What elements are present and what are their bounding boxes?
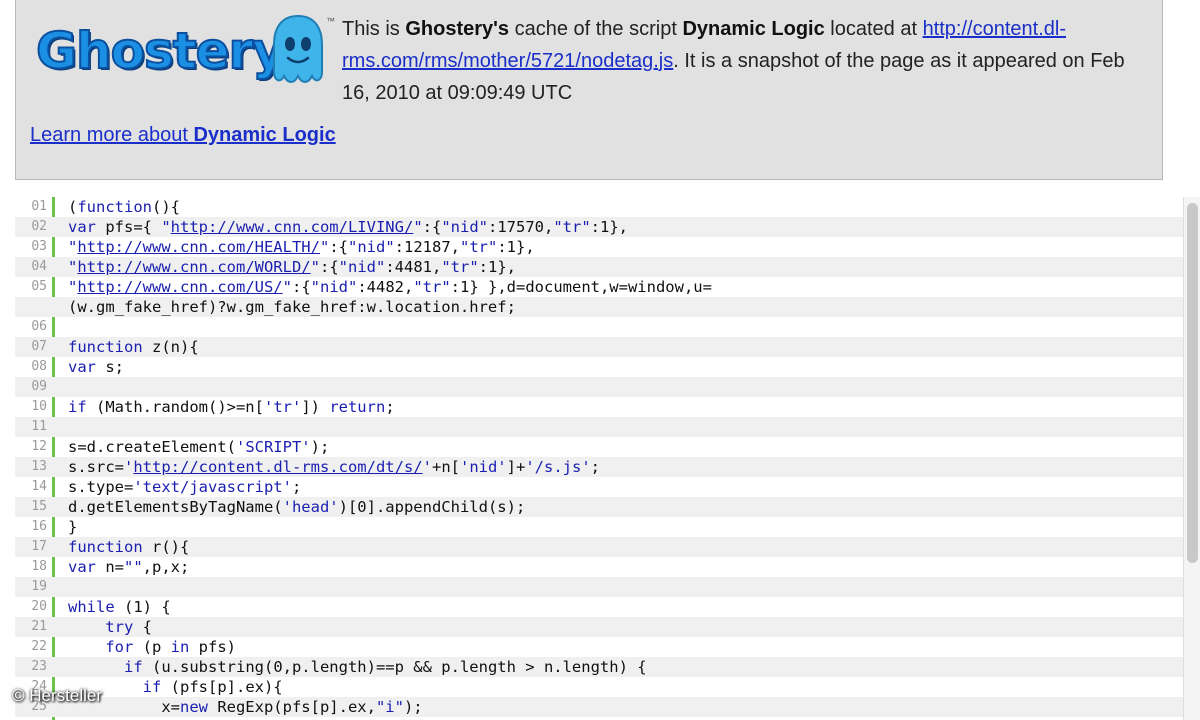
line-text: s=d.createElement('SCRIPT'); [68,438,330,456]
code-line: 11 [15,417,1183,437]
line-number: 05 [31,279,47,294]
code-line: 04 "http://www.cnn.com/WORLD/":{"nid":448… [15,257,1183,277]
line-number: 21 [31,619,47,634]
line-text: if (u.substring(0,p.length)==p && p.leng… [124,658,647,676]
line-number: 08 [31,359,47,374]
cache-script-name: Dynamic Logic [682,18,825,40]
code-line: 08 var s; [15,357,1183,377]
line-number: 17 [31,539,47,554]
learn-prefix[interactable]: Learn more about [30,124,193,146]
code-line: 18 var n="",p,x; [15,557,1183,577]
vertical-scrollbar[interactable] [1183,197,1200,720]
line-text: "http://www.cnn.com/WORLD/":{"nid":4481,… [68,258,516,276]
code-line: 09 [15,377,1183,397]
code-line: 16} [15,517,1183,537]
code-line: (w.gm_fake_href)?w.gm_fake_href:w.locati… [15,297,1183,317]
code-line: 21 try { [15,617,1183,637]
scrollbar-thumb[interactable] [1187,203,1198,563]
trademark-icon: ™ [326,16,335,26]
cache-prefix: This is [342,18,406,40]
line-text: function z(n){ [68,338,199,356]
code-line: 19 [15,577,1183,597]
code-line: 06 [15,317,1183,337]
line-text: try { [105,618,152,636]
line-number: 15 [31,499,47,514]
line-number: 22 [31,639,47,654]
line-number: 14 [31,479,47,494]
cache-mid: cache of the script [509,18,683,40]
line-text: s.type='text/javascript'; [68,478,302,496]
line-number: 03 [31,239,47,254]
code-line: 02 var pfs={ "http://www.cnn.com/LIVING/"… [15,217,1183,237]
line-text: while (1) { [68,598,171,616]
ghostery-logo: Ghostery ™ [35,14,336,86]
code-line: 25 x=new RegExp(pfs[p].ex,"i"); [15,697,1183,717]
ghost-icon [273,14,323,83]
code-line: 03 "http://www.cnn.com/HEALTH/":{"nid":12… [15,237,1183,257]
code-line: 15 d.getElementsByTagName('head')[0].appe… [15,497,1183,517]
line-number: 18 [31,559,47,574]
line-text: function r(){ [68,538,190,556]
line-number: 11 [31,419,47,434]
line-number: 23 [31,659,47,674]
line-number: 01 [31,199,47,214]
code-line: 17 function r(){ [15,537,1183,557]
code-line: 13 s.src='http://content.dl-rms.com/dt/s/… [15,457,1183,477]
line-text: x=new RegExp(pfs[p].ex,"i"); [68,698,423,716]
line-text: d.getElementsByTagName('head')[0].append… [68,498,526,516]
copyright-watermark: © Hersteller [12,686,102,705]
cache-notice: This is Ghostery's cache of the script D… [342,13,1142,109]
line-number: 02 [31,219,47,234]
line-number: 19 [31,579,47,594]
code-line: 14 s.type='text/javascript'; [15,477,1183,497]
code-line: 20 while (1) { [15,597,1183,617]
code-line: 23 if (u.substring(0,p.length)==p && p.l… [15,657,1183,677]
line-text: "http://www.cnn.com/US/":{"nid":4482,"tr… [68,278,712,296]
learn-more-link[interactable]: Learn more about Dynamic Logic [30,124,336,147]
line-text: s.src='http://content.dl-rms.com/dt/s/'+… [68,458,600,476]
line-text: var s; [68,358,124,376]
code-line: 10 if (Math.random()>=n['tr']) return; [15,397,1183,417]
code-view: 01 (function(){ 02 var pfs={ "http://www.cn… [15,197,1183,720]
line-number: 16 [31,519,47,534]
cache-header-panel: Ghostery ™ This is Ghostery's cache of t… [15,0,1163,180]
code-line: 05 "http://www.cnn.com/US/":{"nid":4482,"… [15,277,1183,297]
code-line: 07 function z(n){ [15,337,1183,357]
line-number: 13 [31,459,47,474]
line-text: (function(){ [68,198,180,216]
cache-located: located at [824,18,923,40]
line-number: 07 [31,339,47,354]
line-text: var n="",p,x; [68,558,190,576]
code-line: 12 s=d.createElement('SCRIPT'); [15,437,1183,457]
logo-wordmark: Ghostery [35,21,286,81]
code-line: 22 for (p in pfs) [15,637,1183,657]
line-number: 09 [31,379,47,394]
line-text: "http://www.cnn.com/HEALTH/":{"nid":1218… [68,238,535,256]
cache-brand: Ghostery's [405,18,510,40]
line-text: (w.gm_fake_href)?w.gm_fake_href:w.locati… [68,298,516,316]
line-text: if (Math.random()>=n['tr']) return; [68,398,395,416]
line-number: 04 [31,259,47,274]
code-line: 01 (function(){ [15,197,1183,217]
line-number: 12 [31,439,47,454]
line-number: 10 [31,399,47,414]
line-text: } [68,518,78,536]
line-text: var pfs={ "http://www.cnn.com/LIVING/":{… [68,218,628,236]
line-text: for (p in pfs) [105,638,236,656]
code-line: 24 if (pfs[p].ex){ [15,677,1183,697]
line-number: 06 [31,319,47,334]
learn-target[interactable]: Dynamic Logic [193,124,335,146]
line-number: 20 [31,599,47,614]
